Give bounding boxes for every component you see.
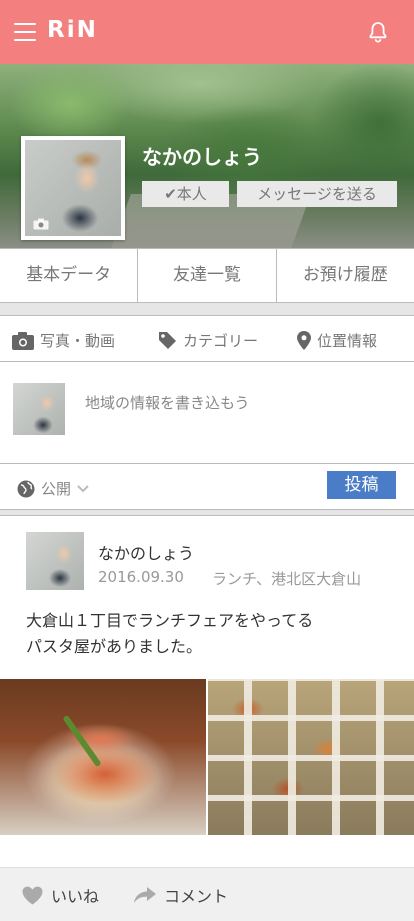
tab-friends[interactable]: 友達一覧 [138, 249, 277, 302]
post-author[interactable]: なかのしょう [98, 540, 194, 564]
like-label: いいね [51, 887, 100, 906]
tab-basic-data[interactable]: 基本データ [0, 249, 139, 302]
visibility-label: 公開 [41, 480, 72, 498]
chevron-down-icon [77, 484, 89, 492]
attachment-bar: 写真・動画 カテゴリー 位置情報 [0, 316, 414, 362]
tab-deposit-history[interactable]: お預け履歴 [277, 249, 414, 302]
location-button[interactable]: 位置情報 [297, 330, 377, 351]
post-category-location: ランチ、港北区大倉山 [212, 570, 362, 588]
photo-video-label: 写真・動画 [40, 332, 116, 350]
tag-icon [159, 332, 176, 349]
category-label: カテゴリー [183, 332, 259, 350]
category-button[interactable]: カテゴリー [158, 330, 258, 351]
location-pin-icon [297, 331, 311, 350]
globe-icon [17, 480, 35, 497]
feed-post: なかのしょう 2016.09.30 ランチ、港北区大倉山 大倉山１丁目でランチフ… [0, 516, 414, 868]
visibility-dropdown[interactable]: 公開 [17, 478, 95, 499]
comment-label: コメント [164, 887, 229, 906]
post-photo-menu[interactable] [208, 679, 414, 835]
app-logo[interactable]: RiN [47, 17, 98, 43]
section-divider [0, 303, 414, 316]
post-button[interactable]: 投稿 [327, 471, 396, 499]
post-composer[interactable]: 地域の情報を書き込もう [0, 362, 414, 464]
camera-icon[interactable] [33, 218, 49, 230]
post-input[interactable]: 地域の情報を書き込もう [85, 392, 250, 413]
heart-icon [22, 886, 43, 904]
camera-icon [12, 331, 34, 350]
location-label: 位置情報 [317, 332, 378, 350]
app-header: RiN [0, 0, 414, 64]
post-body: 大倉山１丁目でランチフェアをやってる パスタ屋がありました。 [26, 608, 396, 660]
avatar [13, 383, 65, 435]
profile-tabs: 基本データ 友達一覧 お預け履歴 [0, 248, 414, 303]
avatar[interactable] [26, 532, 84, 590]
photo-video-button[interactable]: 写真・動画 [12, 330, 115, 351]
share-arrow-icon [134, 886, 156, 903]
comment-button[interactable]: コメント [134, 883, 228, 907]
profile-avatar[interactable] [21, 136, 125, 240]
send-message-button[interactable]: メッセージを送る [237, 181, 397, 207]
menu-icon[interactable] [14, 23, 36, 41]
self-badge-button[interactable]: ✔本人 [142, 181, 229, 207]
post-photo-pasta[interactable] [0, 679, 206, 835]
post-action-bar: いいね コメント [0, 868, 414, 921]
post-body-text: 大倉山１丁目でランチフェアをやってる パスタ屋がありました。 [26, 611, 314, 656]
bell-icon[interactable] [366, 20, 390, 44]
profile-name: なかのしょう [142, 145, 262, 169]
post-date: 2016.09.30 [98, 568, 184, 586]
like-button[interactable]: いいね [22, 883, 99, 907]
